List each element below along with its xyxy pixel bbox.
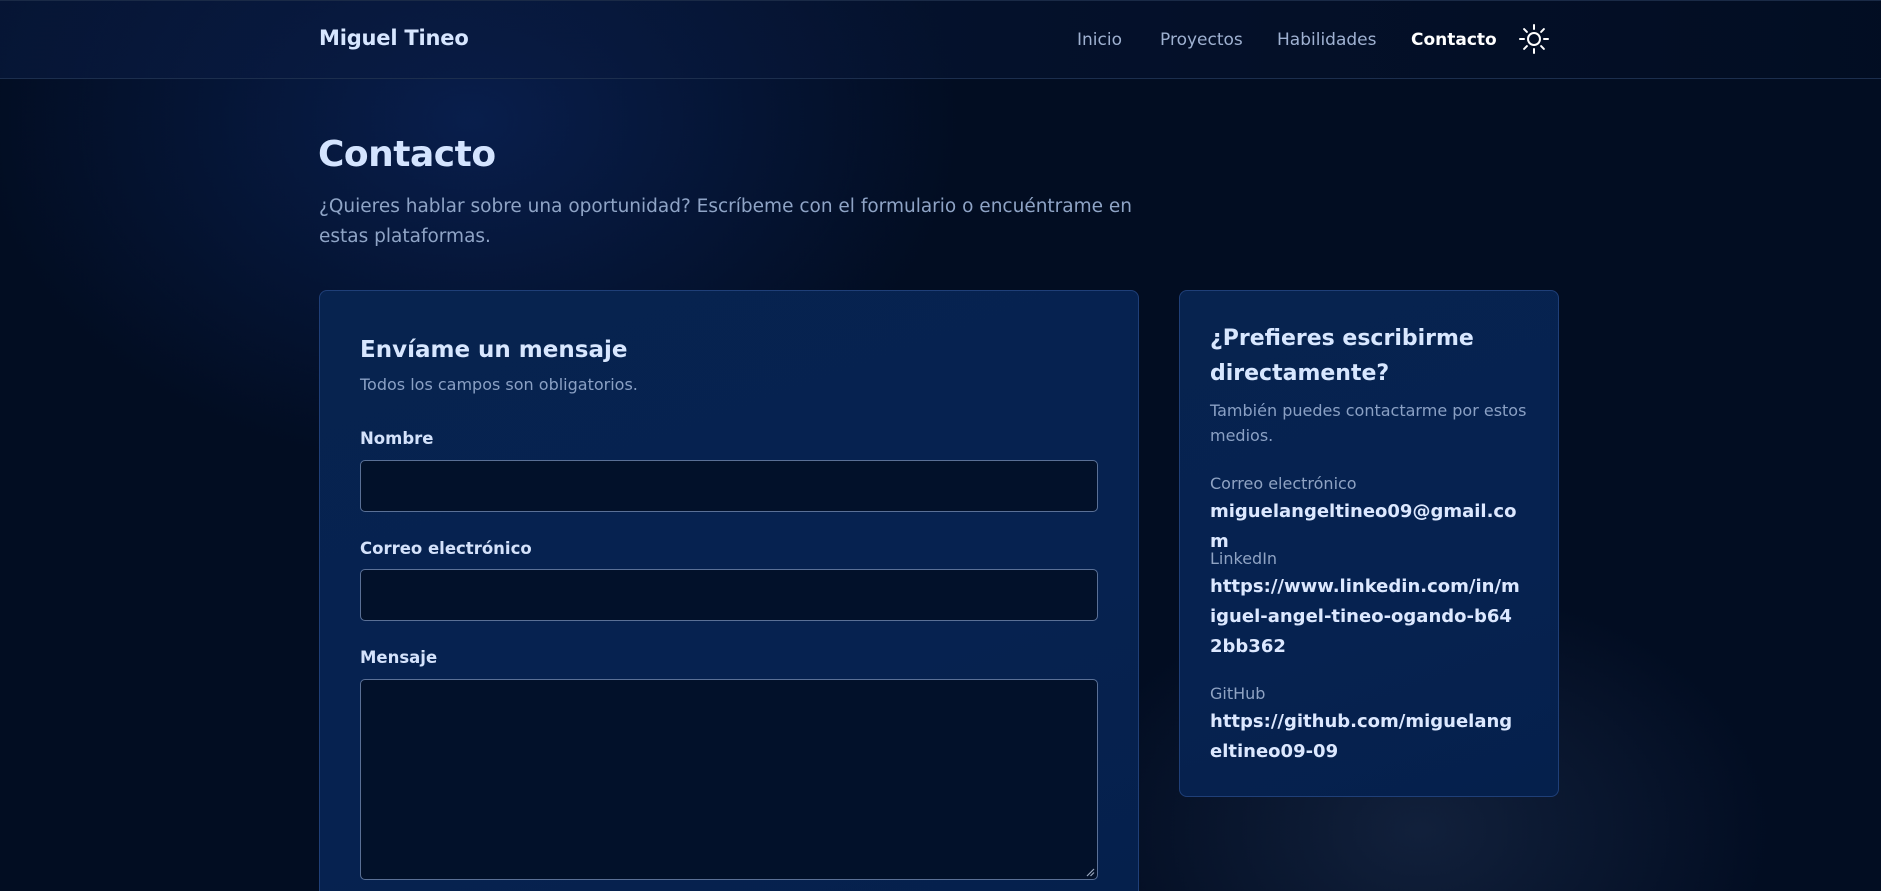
- direct-contact-subtitle: También puedes contactarme por estos med…: [1210, 401, 1527, 445]
- nav-link-contacto[interactable]: Contacto: [1411, 30, 1497, 50]
- form-title: Envíame un mensaje: [360, 337, 628, 363]
- theme-toggle-button[interactable]: [1518, 23, 1550, 55]
- message-label: Mensaje: [360, 648, 438, 667]
- linkedin-contact-label: LinkedIn: [1210, 549, 1278, 568]
- direct-contact-title: ¿Prefieres escribirme directamente?: [1210, 326, 1474, 386]
- nav-link-proyectos[interactable]: Proyectos: [1160, 30, 1243, 50]
- message-textarea[interactable]: [360, 679, 1098, 880]
- name-label: Nombre: [360, 429, 434, 448]
- resize-handle-icon[interactable]: [1085, 867, 1095, 877]
- linkedin-contact-link[interactable]: https://www.linkedin.com/in/miguel-angel…: [1210, 572, 1520, 662]
- github-contact-link[interactable]: https://github.com/miguelangeltineo09-09: [1210, 707, 1520, 767]
- brand-logo-text[interactable]: Miguel Tineo: [319, 26, 469, 50]
- name-input[interactable]: [360, 460, 1098, 512]
- email-contact-label: Correo electrónico: [1210, 474, 1357, 493]
- page-subtitle: ¿Quieres hablar sobre una oportunidad? E…: [319, 196, 1133, 247]
- form-subtitle: Todos los campos son obligatorios.: [360, 375, 638, 394]
- email-label: Correo electrónico: [360, 539, 532, 558]
- email-field[interactable]: [360, 569, 1098, 621]
- email-contact-link[interactable]: miguelangeltineo09@gmail.com: [1210, 497, 1520, 557]
- page-title: Contacto: [318, 134, 496, 175]
- sun-icon: [1519, 24, 1549, 54]
- github-contact-label: GitHub: [1210, 684, 1266, 703]
- nav-link-habilidades[interactable]: Habilidades: [1277, 30, 1376, 50]
- direct-contact-card: ¿Prefieres escribirme directamente? Tamb…: [1179, 290, 1559, 797]
- top-navbar: Miguel Tineo Inicio Proyectos Habilidade…: [0, 0, 1881, 79]
- nav-link-inicio[interactable]: Inicio: [1077, 30, 1122, 50]
- contact-form-card: Envíame un mensaje Todos los campos son …: [319, 290, 1139, 891]
